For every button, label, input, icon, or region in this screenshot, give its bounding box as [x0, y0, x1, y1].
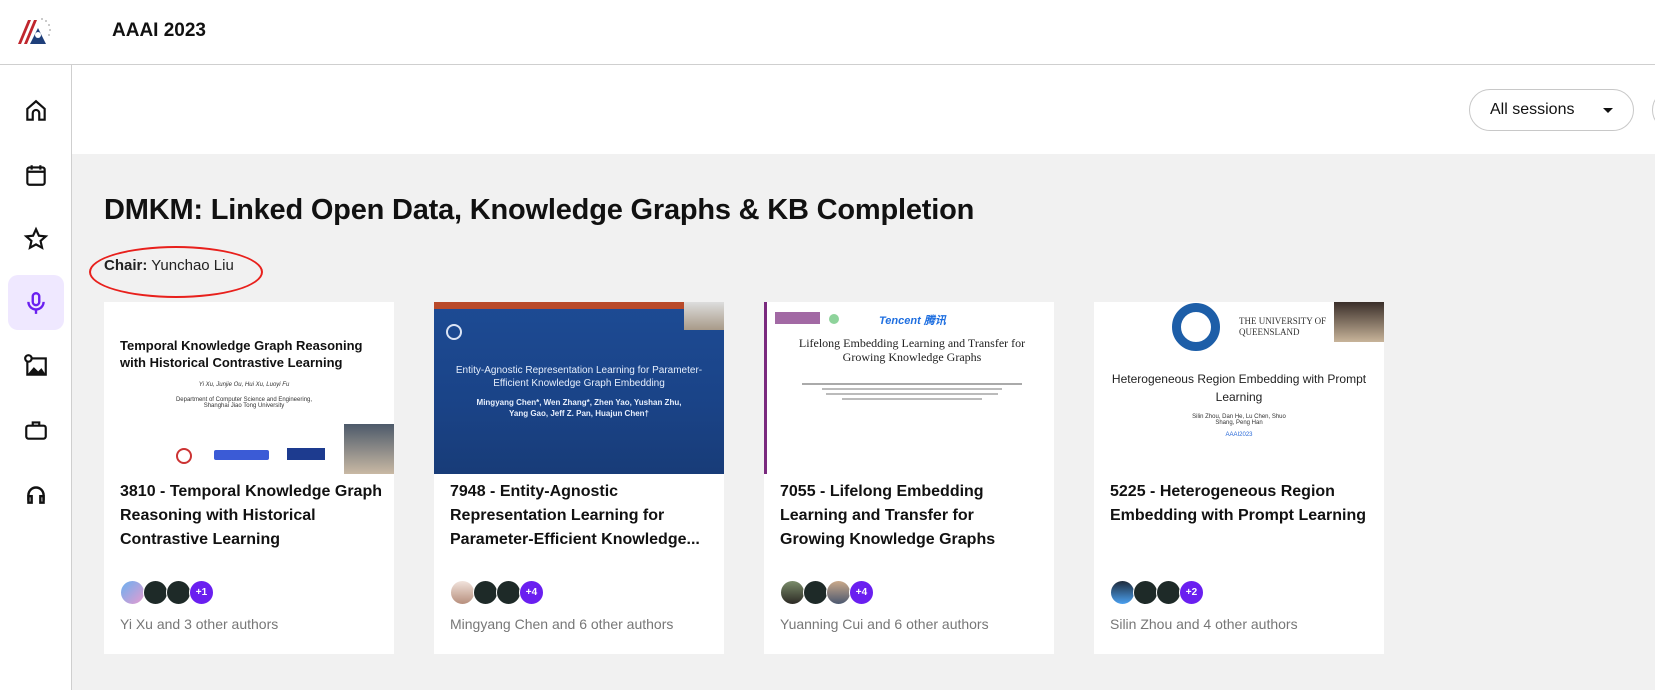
paper-card[interactable]: THE UNIVERSITY OF QUEENSLAND Heterogeneo…	[1094, 302, 1384, 654]
session-select-value: All sessions	[1490, 101, 1575, 118]
paper-card[interactable]: Temporal Knowledge Graph Reasoning with …	[104, 302, 394, 654]
slide-author-lines	[802, 380, 1022, 403]
video-thumbnail[interactable]: THE UNIVERSITY OF QUEENSLAND Heterogeneo…	[1094, 302, 1384, 474]
slide-authors: Yi Xu, Junjie Ou, Hui Xu, Luoyi Fu	[198, 382, 290, 388]
slide-title: Lifelong Embedding Learning and Transfer…	[798, 336, 1026, 364]
sidebar-item-calendar[interactable]	[8, 147, 64, 202]
app-title: AAAI 2023	[112, 20, 206, 41]
sidebar	[0, 65, 72, 690]
video-thumbnail[interactable]: Temporal Knowledge Graph Reasoning with …	[104, 302, 394, 474]
slide-title: Heterogeneous Region Embedding with Prom…	[1111, 372, 1367, 404]
avatar	[803, 580, 828, 605]
slide-affiliation: Department of Computer Science and Engin…	[175, 397, 313, 409]
avatar	[826, 580, 851, 605]
paper-card[interactable]: Entity-Agnostic Representation Learning …	[434, 302, 724, 654]
author-avatars[interactable]: +2	[1110, 580, 1204, 605]
sidebar-item-sessions[interactable]	[8, 275, 64, 330]
avatar	[120, 580, 145, 605]
headphones-icon	[27, 485, 45, 504]
university-logo	[176, 448, 192, 464]
avatar	[496, 580, 521, 605]
session-content: DMKM: Linked Open Data, Knowledge Graphs…	[72, 154, 1655, 690]
sidebar-item-home[interactable]	[8, 83, 64, 138]
page-title: DMKM: Linked Open Data, Knowledge Graphs…	[104, 194, 975, 226]
microphone-icon	[27, 291, 45, 314]
more-authors-badge: +1	[189, 580, 214, 605]
speaker-video	[684, 302, 724, 330]
star-icon	[23, 226, 49, 250]
slide-authors: Silin Zhou, Dan He, Lu Chen, Shuo Shang,…	[1192, 414, 1286, 426]
speaker-video	[344, 424, 394, 474]
paper-card[interactable]: Tencent 腾讯 Lifelong Embedding Learning a…	[764, 302, 1054, 654]
author-avatars[interactable]: +1	[120, 580, 214, 605]
author-avatars[interactable]: +4	[450, 580, 544, 605]
briefcase-icon	[25, 420, 47, 440]
iiot-logo	[287, 448, 325, 460]
authors-text: Mingyang Chen and 6 other authors	[450, 616, 674, 632]
paper-title[interactable]: 7055 - Lifelong Embedding Learning and T…	[780, 480, 1042, 552]
more-authors-badge: +4	[849, 580, 874, 605]
sidebar-item-sponsors[interactable]	[8, 402, 64, 457]
paper-title[interactable]: 7948 - Entity-Agnostic Representation Le…	[450, 480, 712, 552]
more-authors-badge: +4	[519, 580, 544, 605]
uestc-logo	[1172, 303, 1220, 351]
slide-title: Entity-Agnostic Representation Learning …	[455, 365, 703, 389]
annotation-circle	[89, 246, 263, 298]
avatar	[780, 580, 805, 605]
avatar	[450, 580, 475, 605]
calendar-icon	[26, 164, 46, 186]
caret-down-icon	[1603, 107, 1613, 113]
lab-logo	[829, 314, 839, 324]
sidebar-item-support[interactable]	[8, 466, 64, 521]
avatar	[473, 580, 498, 605]
aaai-logo[interactable]	[16, 14, 54, 48]
session-select[interactable]: All sessions	[1469, 89, 1634, 131]
paper-title[interactable]: 3810 - Temporal Knowledge Graph Reasonin…	[120, 480, 382, 552]
image-icon	[24, 353, 47, 376]
window-bar	[434, 302, 724, 309]
authors-text: Silin Zhou and 4 other authors	[1110, 616, 1298, 632]
video-thumbnail[interactable]: Tencent 腾讯 Lifelong Embedding Learning a…	[764, 302, 1054, 474]
home-icon	[26, 99, 46, 121]
nju-logo	[775, 312, 820, 324]
avatar	[1156, 580, 1181, 605]
avatar	[143, 580, 168, 605]
sidebar-item-favorites[interactable]	[8, 211, 64, 266]
more-authors-badge: +2	[1179, 580, 1204, 605]
avatar	[1110, 580, 1135, 605]
slide-authors: Mingyang Chen*, Wen Zhang*, Zhen Yao, Yu…	[476, 398, 682, 418]
avatar	[166, 580, 191, 605]
acemap-logo	[214, 450, 269, 460]
top-bar: AAAI 2023	[0, 0, 1655, 65]
authors-text: Yi Xu and 3 other authors	[120, 616, 279, 632]
university-logo	[446, 324, 462, 340]
author-avatars[interactable]: +4	[780, 580, 874, 605]
tencent-logo: Tencent 腾讯	[879, 315, 946, 327]
uq-logo: THE UNIVERSITY OF QUEENSLAND	[1239, 316, 1327, 337]
speaker-video	[1334, 302, 1384, 342]
filter-bar: All sessions	[72, 65, 1655, 154]
authors-text: Yuanning Cui and 6 other authors	[780, 616, 989, 632]
avatar	[1133, 580, 1158, 605]
slide-venue: AAAI2023	[1225, 432, 1253, 438]
slide-title: Temporal Knowledge Graph Reasoning with …	[120, 338, 363, 370]
video-thumbnail[interactable]: Entity-Agnostic Representation Learning …	[434, 302, 724, 474]
paper-title[interactable]: 5225 - Heterogeneous Region Embedding wi…	[1110, 480, 1372, 528]
sidebar-item-posters[interactable]	[8, 338, 64, 393]
